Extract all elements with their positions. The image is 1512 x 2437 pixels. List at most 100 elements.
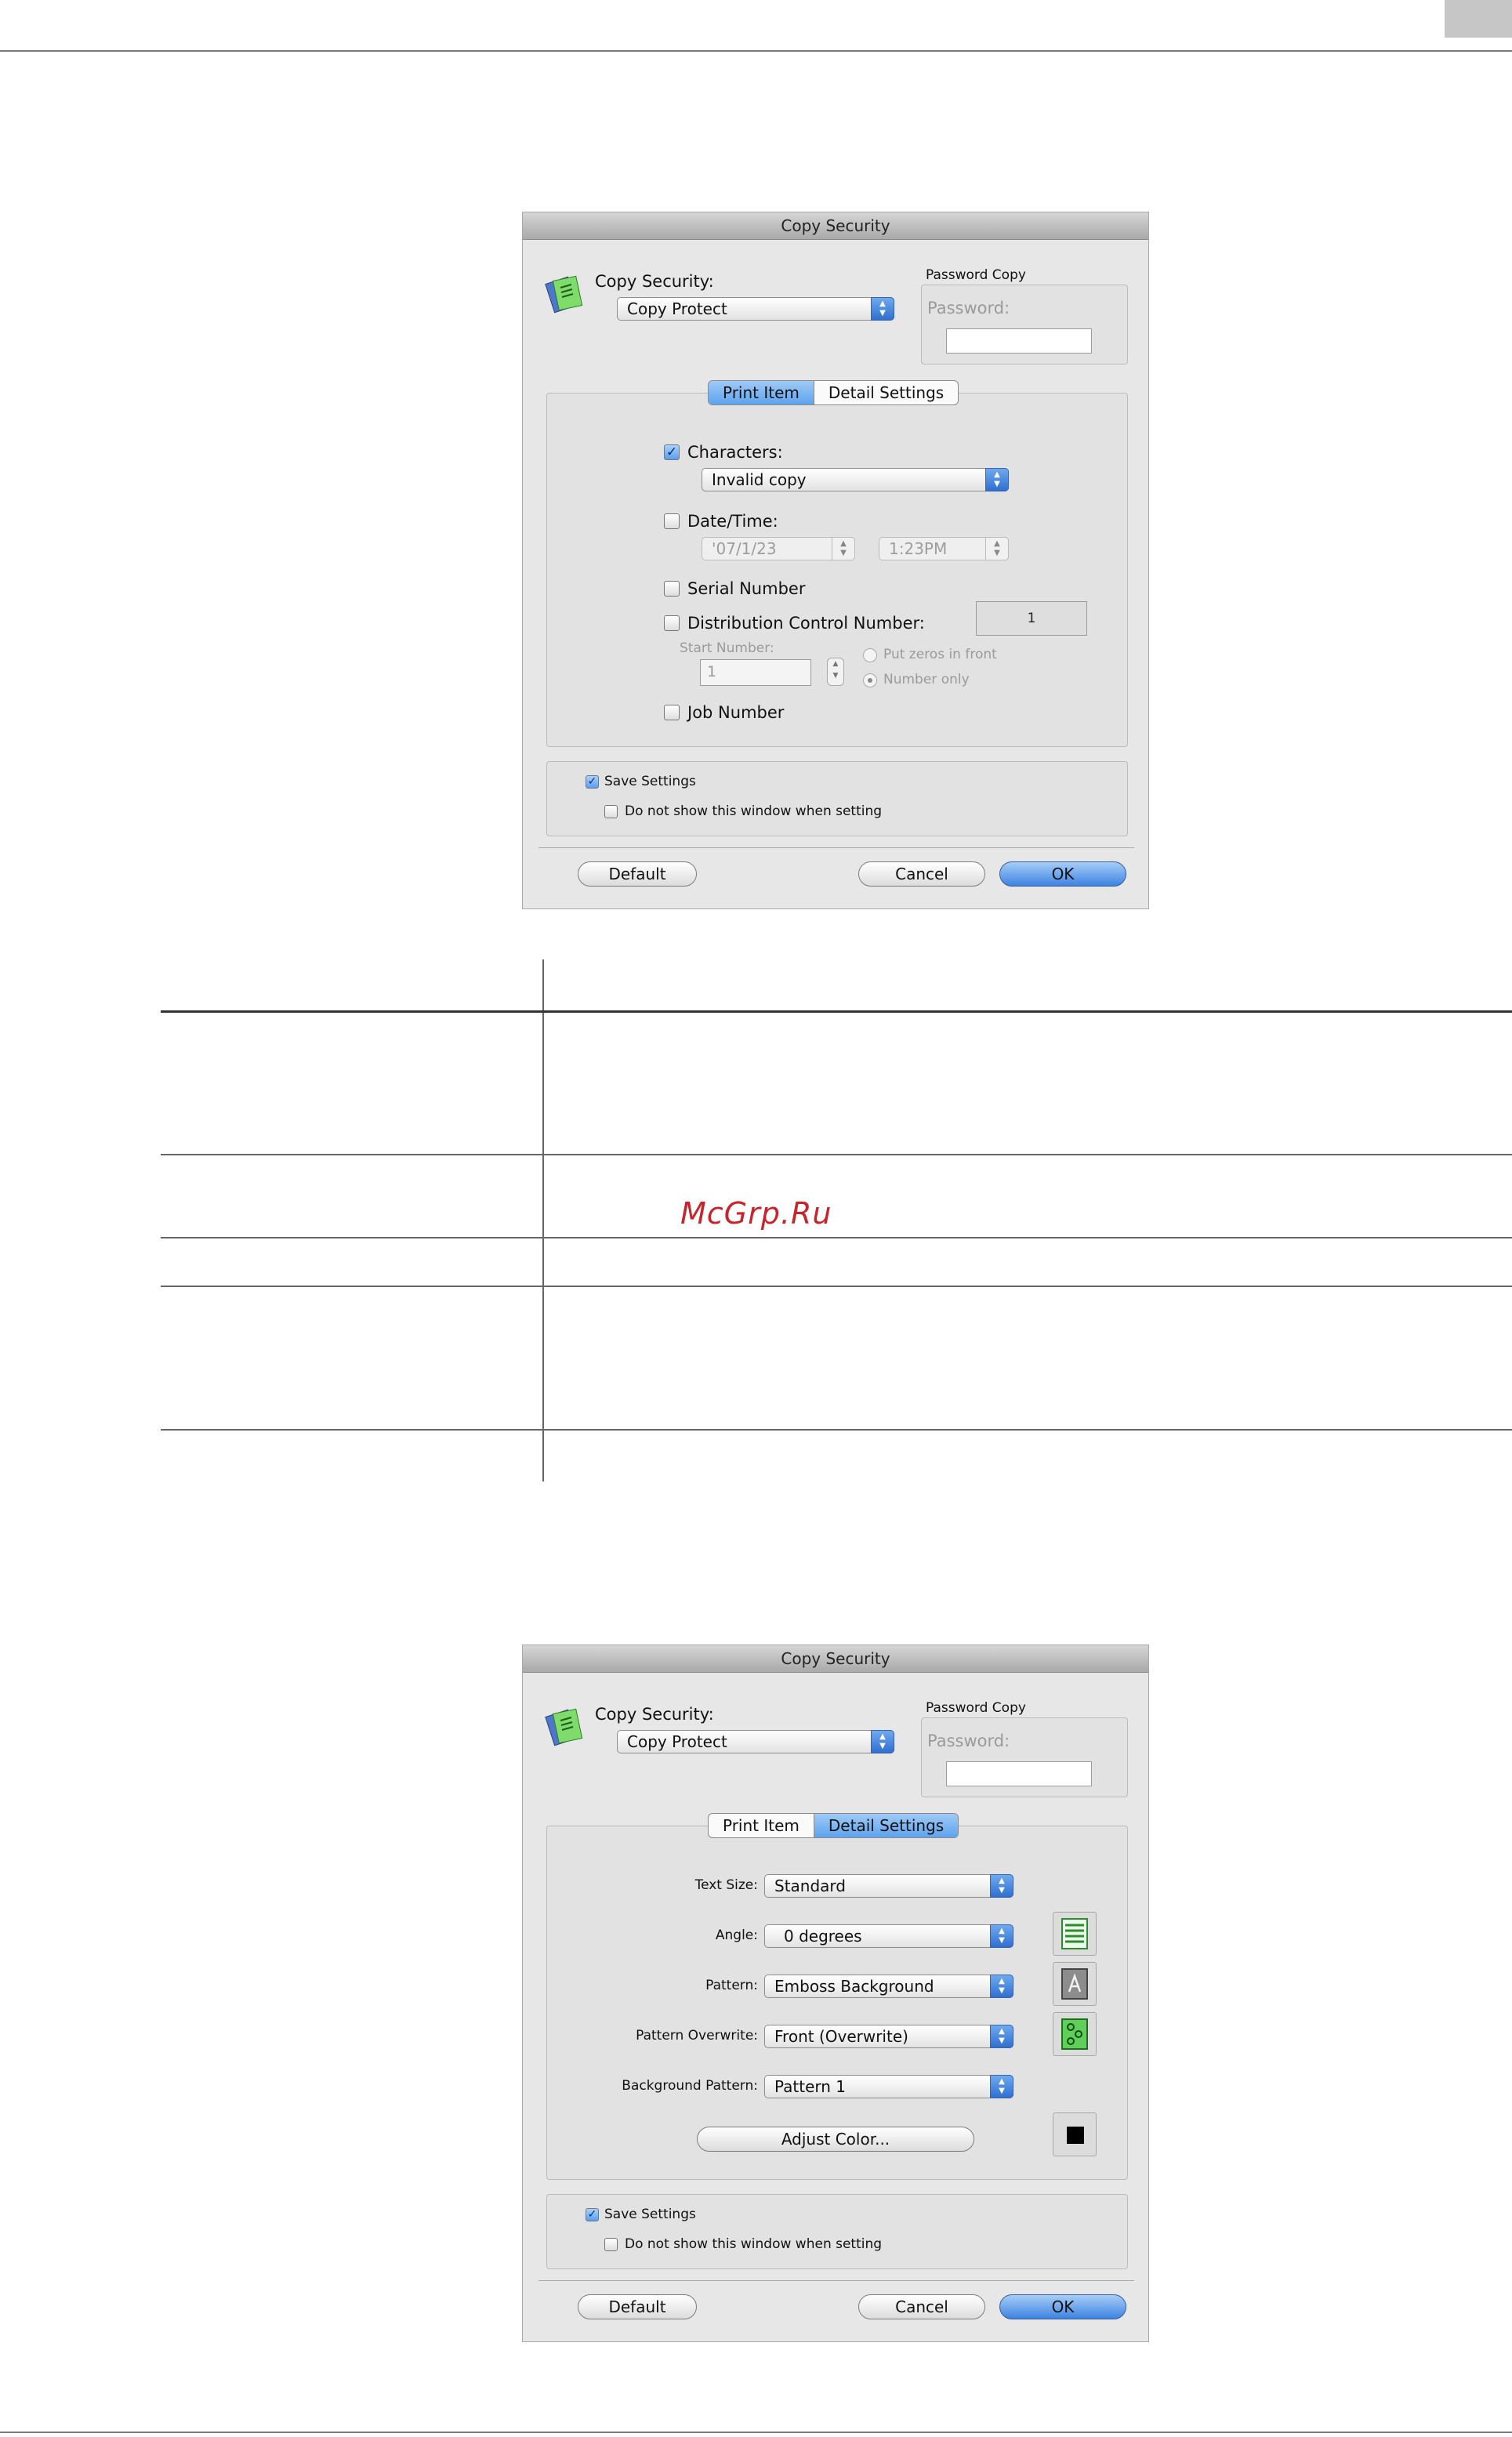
horizontal-lines-icon <box>1061 1918 1088 1949</box>
copy-security-value: Copy Protect <box>627 1732 727 1751</box>
table-row-rule <box>161 1286 1512 1287</box>
save-settings-checkbox[interactable]: ✓ <box>586 775 599 789</box>
table-row-rule <box>161 1237 1512 1238</box>
angle-preview <box>1053 1912 1097 1956</box>
default-button[interactable]: Default <box>578 2294 697 2319</box>
serial-number-checkbox[interactable] <box>664 581 680 597</box>
table-header-rule <box>161 1010 1512 1013</box>
tab-print-item[interactable]: Print Item <box>709 381 814 404</box>
characters-checkbox[interactable]: ✓ <box>664 444 680 460</box>
cancel-button[interactable]: Cancel <box>858 2294 985 2319</box>
radio-put-zeros[interactable] <box>863 648 877 662</box>
job-number-label: Job Number <box>687 703 785 722</box>
page-header-rule <box>0 50 1512 52</box>
overwrite-pattern-icon <box>1061 2018 1088 2050</box>
characters-value: Invalid copy <box>712 470 807 489</box>
background-pattern-popup[interactable]: Pattern 1 ▲ ▼ <box>764 2075 1013 2098</box>
copy-security-popup[interactable]: Copy Protect ▲ ▼ <box>617 297 894 321</box>
datetime-checkbox[interactable] <box>664 513 680 529</box>
popup-arrows-icon: ▲ ▼ <box>990 1924 1013 1948</box>
copy-security-dialog-print-item: Copy Security Copy Security: Copy Protec… <box>522 212 1149 909</box>
background-pattern-label: Background Pattern: <box>622 2078 758 2094</box>
angle-value: 0 degrees <box>784 1927 862 1946</box>
save-settings-checkbox[interactable]: ✓ <box>586 2208 599 2221</box>
start-number-label: Start Number: <box>680 640 774 656</box>
cancel-button[interactable]: Cancel <box>858 861 985 887</box>
password-label: Password: <box>927 299 1010 317</box>
text-size-value: Standard <box>774 1877 846 1895</box>
pattern-preview <box>1053 1962 1097 2006</box>
adjust-color-button[interactable]: Adjust Color... <box>697 2127 974 2152</box>
password-copy-group-label: Password Copy <box>926 267 1026 283</box>
button-separator <box>538 847 1134 848</box>
popup-arrows-icon: ▲ ▼ <box>832 537 855 560</box>
copy-security-dialog-detail-settings: Copy Security Copy Security: Copy Protec… <box>522 1645 1149 2342</box>
copy-security-app-icon <box>545 1708 583 1746</box>
emboss-pattern-icon <box>1061 1968 1088 2000</box>
characters-popup[interactable]: Invalid copy ▲ ▼ <box>702 468 1009 491</box>
tab-control: Print Item Detail Settings <box>708 380 959 405</box>
time-popup[interactable]: 1:23PM ▲ ▼ <box>879 537 1009 560</box>
do-not-show-checkbox[interactable] <box>604 2238 618 2251</box>
save-settings-label: Save Settings <box>604 774 696 789</box>
password-input[interactable] <box>946 1761 1092 1786</box>
popup-arrows-icon: ▲ ▼ <box>985 537 1009 560</box>
popup-arrows-icon: ▲ ▼ <box>990 1874 1013 1898</box>
start-number-input[interactable]: 1 <box>700 659 811 686</box>
job-number-checkbox[interactable] <box>664 705 680 720</box>
print-item-panel <box>546 393 1128 747</box>
copy-security-label: Copy Security: <box>595 272 714 291</box>
popup-arrows-icon: ▲ ▼ <box>990 2075 1013 2098</box>
pattern-overwrite-value: Front (Overwrite) <box>774 2027 908 2046</box>
do-not-show-label: Do not show this window when setting <box>625 2236 883 2252</box>
angle-popup[interactable]: 0 degrees ▲ ▼ <box>764 1924 1013 1948</box>
password-input[interactable] <box>946 328 1092 354</box>
ok-button[interactable]: OK <box>999 861 1126 887</box>
tab-control: Print Item Detail Settings <box>708 1813 959 1838</box>
save-settings-panel <box>546 761 1128 836</box>
pattern-label: Pattern: <box>705 1978 758 1993</box>
dialog-title: Copy Security <box>523 212 1148 240</box>
copy-security-label: Copy Security: <box>595 1705 714 1724</box>
popup-arrows-icon: ▲ ▼ <box>990 2025 1013 2048</box>
number-only-label: Number only <box>883 672 970 687</box>
characters-label: Characters: <box>687 443 783 462</box>
copy-security-app-icon <box>545 275 583 314</box>
pattern-overwrite-preview <box>1053 2012 1097 2056</box>
tab-print-item[interactable]: Print Item <box>709 1814 814 1837</box>
default-button[interactable]: Default <box>578 861 697 887</box>
radio-number-only[interactable] <box>863 673 877 687</box>
pattern-overwrite-popup[interactable]: Front (Overwrite) ▲ ▼ <box>764 2025 1013 2048</box>
date-popup[interactable]: '07/1/23 ▲ ▼ <box>702 537 855 560</box>
text-size-label: Text Size: <box>694 1877 758 1893</box>
pattern-value: Emboss Background <box>774 1977 934 1996</box>
datetime-label: Date/Time: <box>687 512 778 531</box>
popup-arrows-icon: ▲ ▼ <box>985 468 1009 491</box>
distribution-control-checkbox[interactable] <box>664 615 680 631</box>
dialog-title: Copy Security <box>523 1645 1148 1673</box>
time-value: 1:23PM <box>889 539 948 558</box>
background-pattern-value: Pattern 1 <box>774 2077 847 2096</box>
put-zeros-label: Put zeros in front <box>883 647 997 662</box>
do-not-show-label: Do not show this window when setting <box>625 803 883 819</box>
tab-detail-settings[interactable]: Detail Settings <box>813 381 958 404</box>
password-copy-group-label: Password Copy <box>926 1700 1026 1716</box>
watermark-text: McGrp.Ru <box>680 1196 832 1231</box>
color-swatch <box>1067 2127 1084 2144</box>
distribution-control-number-field[interactable]: 1 <box>976 601 1087 636</box>
text-size-popup[interactable]: Standard ▲ ▼ <box>764 1874 1013 1898</box>
start-number-stepper[interactable]: ▲ ▼ <box>827 658 844 686</box>
popup-arrows-icon: ▲ ▼ <box>871 1730 894 1753</box>
ok-button[interactable]: OK <box>999 2294 1126 2319</box>
tab-detail-settings[interactable]: Detail Settings <box>813 1814 959 1837</box>
copy-security-value: Copy Protect <box>627 299 727 318</box>
page-footer-rule <box>0 2432 1512 2433</box>
angle-label: Angle: <box>715 1927 758 1943</box>
copy-security-popup[interactable]: Copy Protect ▲ ▼ <box>617 1730 894 1753</box>
pattern-popup[interactable]: Emboss Background ▲ ▼ <box>764 1975 1013 1998</box>
distribution-control-label: Distribution Control Number: <box>687 614 925 633</box>
password-label: Password: <box>927 1732 1010 1750</box>
popup-arrows-icon: ▲ ▼ <box>871 297 894 321</box>
do-not-show-checkbox[interactable] <box>604 805 618 818</box>
date-value: '07/1/23 <box>712 539 777 558</box>
